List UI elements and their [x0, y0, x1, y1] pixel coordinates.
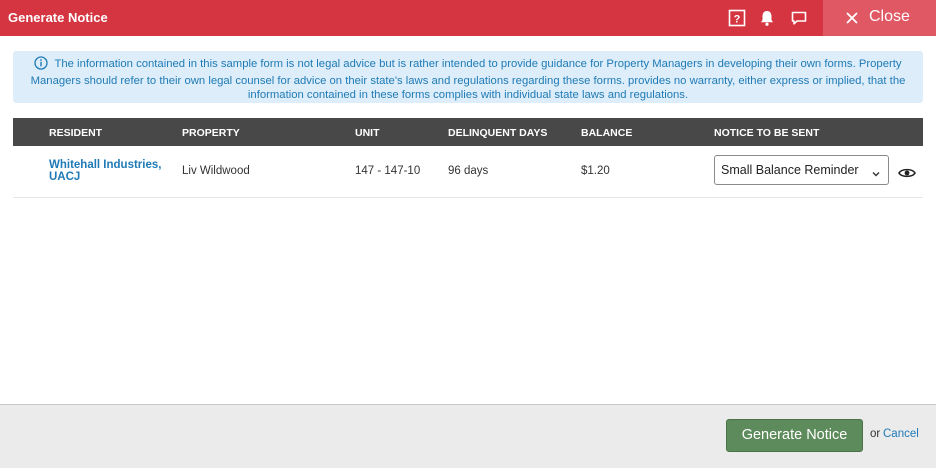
disclaimer-text: The information contained in this sample…: [30, 58, 906, 101]
column-header-property: PROPERTY: [182, 127, 240, 139]
delinquent-days-cell: 96 days: [448, 165, 489, 177]
chat-icon[interactable]: [789, 8, 809, 28]
close-button[interactable]: Close: [823, 0, 936, 36]
info-icon: [34, 56, 49, 74]
svg-text:?: ?: [734, 14, 741, 26]
bell-icon[interactable]: [757, 8, 777, 28]
property-cell: Liv Wildwood: [182, 165, 250, 177]
close-icon: [845, 9, 859, 32]
or-text: or: [870, 428, 881, 440]
chevron-down-icon: [871, 166, 881, 184]
resident-link[interactable]: Whitehall Industries, UACJ: [49, 159, 174, 183]
close-label: Close: [869, 8, 910, 25]
notice-type-value: Small Balance Reminder: [721, 163, 859, 177]
notice-type-select[interactable]: Small Balance Reminder: [714, 155, 889, 185]
column-header-delinquent-days: DELINQUENT DAYS: [448, 127, 548, 139]
preview-eye-icon[interactable]: [898, 166, 916, 184]
dialog-footer: Generate Notice or Cancel: [0, 404, 936, 468]
cancel-link[interactable]: Cancel: [883, 428, 919, 440]
unit-cell: 147 - 147-10: [355, 165, 421, 177]
legal-disclaimer-banner: The information contained in this sample…: [13, 51, 923, 103]
generate-notice-button[interactable]: Generate Notice: [726, 419, 863, 452]
column-header-unit: UNIT: [355, 127, 380, 139]
balance-cell: $1.20: [581, 165, 610, 177]
column-header-resident: RESIDENT: [49, 127, 103, 139]
dialog-header: Generate Notice ? Close: [0, 0, 936, 36]
column-header-notice: NOTICE TO BE SENT: [714, 127, 820, 139]
dialog-title: Generate Notice: [8, 10, 108, 25]
help-icon[interactable]: ?: [727, 8, 747, 28]
column-header-balance: BALANCE: [581, 127, 633, 139]
table-header: RESIDENT PROPERTY UNIT DELINQUENT DAYS B…: [13, 118, 923, 146]
table-row: Whitehall Industries, UACJ Liv Wildwood …: [13, 146, 923, 198]
